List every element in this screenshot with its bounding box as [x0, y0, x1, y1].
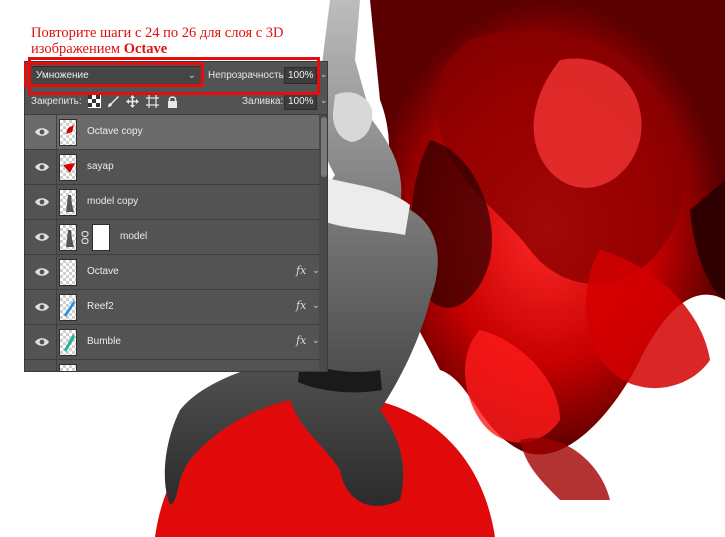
row-separator	[56, 150, 57, 185]
layer-name: Octave copy	[87, 126, 143, 137]
row-separator	[56, 255, 57, 290]
layer-thumbnail	[59, 119, 77, 146]
layer-list: Octave copy sayap model copy model Octav…	[25, 115, 320, 371]
fx-badge[interactable]: fx	[296, 299, 306, 312]
layer-thumbnail	[59, 154, 77, 181]
layers-scrollbar-thumb[interactable]	[321, 117, 327, 177]
eye-icon[interactable]	[35, 266, 49, 278]
caption-line-1: Повторите шаги с 24 по 26 для слоя с 3D	[31, 25, 284, 41]
eye-icon[interactable]	[35, 336, 49, 348]
eye-icon[interactable]	[35, 231, 49, 243]
layer-row-model-copy[interactable]: model copy	[25, 185, 319, 220]
fx-badge[interactable]: fx	[296, 264, 306, 277]
layer-thumbnail	[59, 364, 77, 371]
layers-panel: Умножение ⌄ Непрозрачность: 100% ⌄ Закре…	[24, 61, 328, 372]
layer-row-bumble[interactable]: Bumble fx ⌄	[25, 325, 320, 360]
layer-row-octave-copy[interactable]: Octave copy	[25, 115, 319, 150]
layer-name: Bumble	[87, 336, 121, 347]
layer-name: Octave	[87, 266, 119, 277]
lock-artboard-icon[interactable]	[146, 95, 159, 108]
row-separator	[56, 325, 57, 360]
eye-icon[interactable]	[35, 196, 49, 208]
lock-label: Закрепить:	[31, 96, 82, 107]
lock-position-icon[interactable]	[126, 95, 139, 108]
layer-thumbnail	[59, 294, 77, 321]
row-separator	[56, 115, 57, 150]
layer-row-reef2[interactable]: Reef2 fx ⌄	[25, 290, 320, 325]
fill-dropdown-icon[interactable]: ⌄	[320, 95, 327, 106]
caption-line-2-text: изображением	[31, 41, 124, 57]
lock-transparent-pixels-icon[interactable]	[88, 95, 101, 108]
layer-row-model[interactable]: model	[25, 220, 319, 255]
layer-thumbnail	[59, 259, 77, 286]
row-separator	[56, 360, 57, 371]
caption-layer-name: Octave	[123, 41, 168, 57]
fx-badge[interactable]: fx	[296, 334, 306, 347]
layer-name: model	[120, 231, 148, 242]
layer-row-octave[interactable]: Octave fx ⌄	[25, 255, 320, 290]
layer-thumbnail	[59, 329, 77, 356]
instruction-caption: Повторите шаги с 24 по 26 для слоя с 3D …	[31, 25, 331, 57]
fill-label: Заливка:	[242, 96, 284, 107]
lock-all-icon[interactable]	[166, 95, 179, 108]
lock-image-pixels-icon[interactable]	[107, 95, 120, 108]
layer-row-partial[interactable]	[25, 360, 319, 371]
caption-line-2: изображением Octave	[31, 41, 331, 57]
eye-icon[interactable]	[35, 161, 49, 173]
layer-row-sayap[interactable]: sayap	[25, 150, 319, 185]
eye-icon[interactable]	[35, 301, 49, 313]
layer-thumbnail	[59, 224, 77, 251]
layer-name: Reef2	[87, 301, 114, 312]
eye-icon[interactable]	[35, 126, 49, 138]
layer-thumbnail	[59, 189, 77, 216]
row-separator	[56, 290, 57, 325]
row-separator	[56, 185, 57, 220]
layer-name: model copy	[87, 196, 139, 207]
row-separator	[56, 220, 57, 255]
layer-mask-thumbnail[interactable]	[92, 224, 110, 251]
layer-name: sayap	[87, 161, 114, 172]
opacity-dropdown-icon[interactable]: ⌄	[320, 69, 327, 80]
fill-input[interactable]: 100%	[284, 93, 317, 110]
link-icon[interactable]	[81, 231, 89, 244]
layer-highlight-box	[28, 57, 320, 95]
